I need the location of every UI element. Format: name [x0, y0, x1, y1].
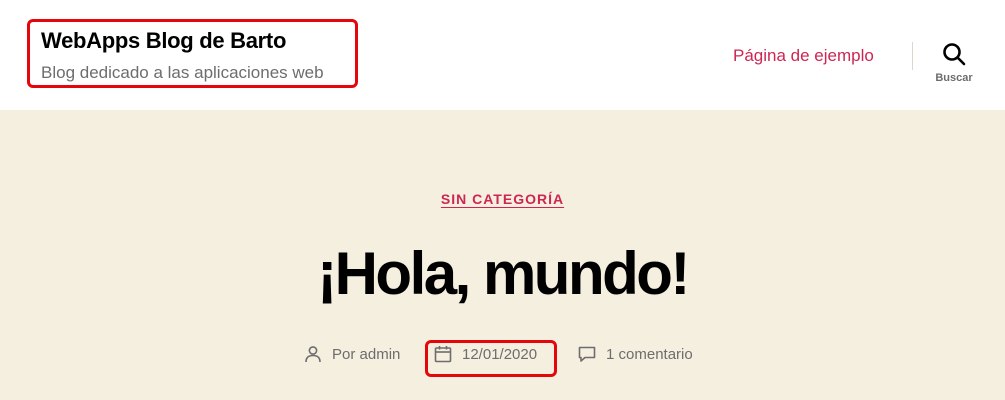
site-title[interactable]: WebApps Blog de Barto — [41, 28, 286, 54]
post-comments: 1 comentario — [578, 345, 693, 363]
user-icon — [305, 346, 321, 363]
site-description: Blog dedicado a las aplicaciones web — [41, 63, 324, 82]
header-divider — [912, 42, 913, 70]
post-author: Por admin — [304, 345, 400, 363]
comment-icon — [578, 346, 596, 362]
date-link[interactable]: 12/01/2020 — [462, 346, 537, 363]
calendar-icon — [434, 346, 452, 363]
comments-link[interactable]: 1 comentario — [606, 346, 693, 363]
search-label: Buscar — [935, 72, 973, 84]
site-header: WebApps Blog de Barto Blog dedicado a la… — [0, 0, 1005, 110]
search-icon — [943, 43, 966, 66]
post-date: 12/01/2020 — [434, 345, 537, 363]
author-link[interactable]: admin — [360, 346, 401, 363]
nav-link-sample-page[interactable]: Página de ejemplo — [733, 46, 874, 66]
post-title[interactable]: ¡Hola, mundo! — [0, 244, 1005, 304]
search-toggle-button[interactable]: Buscar — [926, 42, 982, 94]
author-prefix: Por — [332, 345, 356, 363]
post-category: SIN CATEGORÍA — [0, 191, 1005, 209]
category-link[interactable]: SIN CATEGORÍA — [441, 191, 564, 207]
